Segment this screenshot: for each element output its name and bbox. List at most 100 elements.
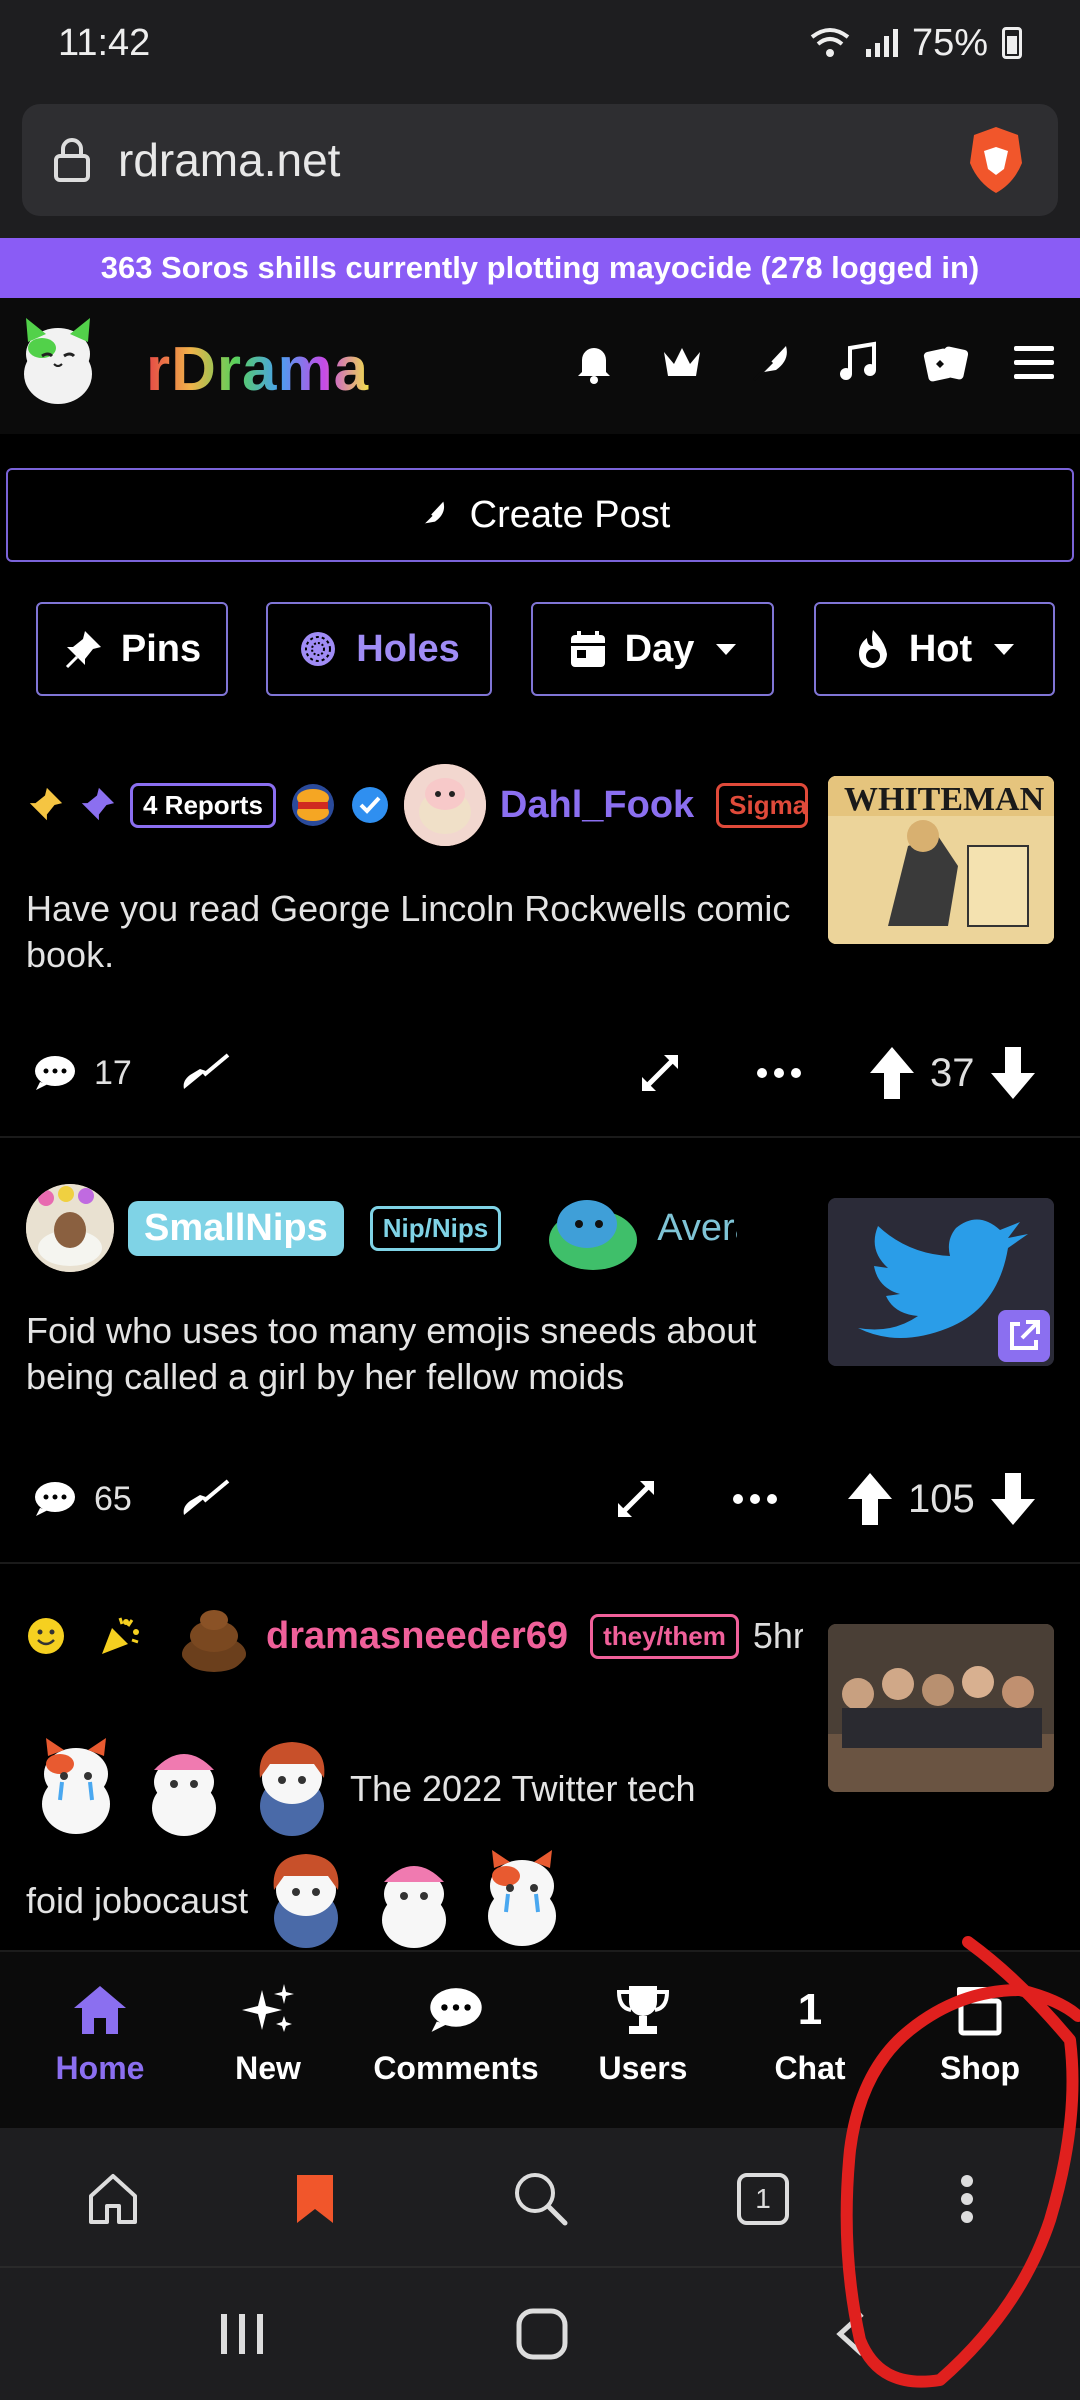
store-icon bbox=[957, 1987, 1003, 2036]
header-icon-bar bbox=[570, 338, 1058, 386]
nav-users[interactable]: Users bbox=[553, 1982, 733, 2087]
post-title-part-2: foid jobocaust bbox=[26, 1880, 249, 1921]
feather-icon[interactable] bbox=[746, 338, 794, 386]
back-chevron-icon bbox=[836, 2312, 864, 2356]
external-link-icon[interactable] bbox=[998, 1310, 1050, 1362]
trophy-icon bbox=[616, 1986, 670, 2034]
post-title-part-1: The 2022 Twitter tech bbox=[350, 1768, 696, 1809]
recents-button[interactable] bbox=[212, 2302, 272, 2366]
pins-toggle[interactable]: Pins bbox=[36, 602, 228, 696]
time-filter-dropdown[interactable]: Day bbox=[531, 602, 774, 696]
site-logo-text[interactable]: rDrama bbox=[146, 334, 369, 405]
address-bar[interactable]: rdrama.net bbox=[22, 104, 1058, 216]
poop-avatar-icon bbox=[176, 1598, 252, 1674]
more-options-button[interactable] bbox=[732, 1464, 778, 1534]
mop-button[interactable] bbox=[180, 1464, 230, 1534]
vote-controls: 105 bbox=[846, 1464, 1037, 1534]
score: 37 bbox=[930, 1050, 975, 1095]
browser-address-area: rdrama.net bbox=[0, 86, 1080, 238]
tabs-button[interactable]: 1 bbox=[728, 2164, 798, 2234]
downvote-icon[interactable] bbox=[989, 1471, 1037, 1527]
create-post-label: Create Post bbox=[469, 493, 671, 536]
hole-pin-icon[interactable] bbox=[78, 786, 116, 824]
verified-icon bbox=[351, 787, 388, 823]
smiley-icon bbox=[28, 1618, 64, 1654]
sort-dropdown[interactable]: Hot bbox=[814, 602, 1055, 696]
search-button[interactable] bbox=[506, 2164, 576, 2234]
green-cat-emoji-icon bbox=[549, 1200, 638, 1270]
crying-cat-emoji-icon bbox=[42, 1738, 110, 1834]
post-item[interactable]: 4 Reports Dahl_Fook Sigma Have you read … bbox=[0, 718, 1080, 1138]
site-bottom-nav: Home New Comments Users 1 Chat Shop bbox=[0, 1950, 1080, 2128]
post-meta: dramasneeder69 they/them 5hr bbox=[26, 1586, 803, 1686]
comment-icon bbox=[35, 1056, 75, 1090]
post-title[interactable]: Have you read George Lincoln Rockwells c… bbox=[26, 886, 816, 978]
post-title-line-1[interactable]: The 2022 Twitter tech bbox=[26, 1734, 696, 1844]
nav-shop[interactable]: Shop bbox=[890, 1982, 1070, 2087]
crown-icon[interactable] bbox=[658, 338, 706, 386]
expand-button[interactable] bbox=[638, 1038, 682, 1108]
upvote-icon[interactable] bbox=[846, 1471, 894, 1527]
more-options-button[interactable] bbox=[756, 1038, 802, 1108]
android-home-button[interactable] bbox=[512, 2302, 572, 2366]
comments-button[interactable]: 65 bbox=[34, 1464, 132, 1534]
burger-king-badge-icon bbox=[291, 784, 334, 826]
nav-new[interactable]: New bbox=[178, 1982, 358, 2087]
user-flair: they/them bbox=[590, 1613, 739, 1659]
browser-home-button[interactable] bbox=[78, 2164, 148, 2234]
mop-button[interactable] bbox=[180, 1038, 230, 1108]
post-thumbnail[interactable] bbox=[828, 1624, 1054, 1792]
holes-toggle[interactable]: Holes bbox=[266, 602, 492, 696]
nav-home-label: Home bbox=[55, 2050, 145, 2086]
avatar[interactable] bbox=[403, 764, 486, 846]
post-meta: 4 Reports Dahl_Fook Sigma bbox=[26, 760, 809, 850]
site-header: rDrama bbox=[0, 298, 1080, 434]
post-item[interactable]: SmallNips Nip/Nips Average s Foid who us… bbox=[0, 1140, 1080, 1564]
downvote-icon[interactable] bbox=[989, 1045, 1037, 1101]
nav-chat[interactable]: 1 Chat bbox=[720, 1982, 900, 2087]
menu-icon[interactable] bbox=[1010, 338, 1058, 386]
kebab-menu-icon bbox=[961, 2175, 973, 2223]
pink-hat-cat-emoji-icon bbox=[382, 1866, 447, 1948]
user-flair: Nip/Nips bbox=[369, 1205, 502, 1251]
bell-icon[interactable] bbox=[570, 338, 618, 386]
post-item[interactable]: dramasneeder69 they/them 5hr The 2022 Tw… bbox=[0, 1566, 1080, 1950]
pin-icon[interactable] bbox=[26, 786, 64, 824]
home-icon bbox=[74, 1986, 126, 2034]
post-thumbnail[interactable]: WHITEMAN bbox=[828, 776, 1054, 944]
post-title-line-2[interactable]: foid jobocaust bbox=[26, 1846, 572, 1950]
music-icon[interactable] bbox=[834, 338, 882, 386]
nav-comments[interactable]: Comments bbox=[366, 1982, 546, 2087]
expand-button[interactable] bbox=[614, 1464, 658, 1534]
android-nav-bar bbox=[0, 2266, 1080, 2400]
reports-badge[interactable]: 4 Reports bbox=[130, 782, 276, 828]
logo-cat-icon[interactable] bbox=[12, 314, 104, 410]
username[interactable]: SmallNips bbox=[128, 1200, 344, 1256]
username[interactable]: dramasneeder69 bbox=[266, 1615, 568, 1658]
signal-icon bbox=[865, 29, 898, 57]
flame-icon bbox=[858, 630, 887, 668]
nav-users-label: Users bbox=[598, 2050, 688, 2086]
avatar[interactable] bbox=[176, 1598, 252, 1674]
bookmarks-button[interactable] bbox=[280, 2164, 350, 2234]
upvote-icon[interactable] bbox=[868, 1045, 916, 1101]
post-title[interactable]: Foid who uses too many emojis sneeds abo… bbox=[26, 1308, 816, 1400]
comic-cover-image: WHITEMAN bbox=[828, 776, 1054, 944]
comments-button[interactable]: 17 bbox=[34, 1038, 132, 1108]
holes-icon bbox=[301, 632, 336, 666]
avatar[interactable] bbox=[26, 1184, 114, 1272]
pins-label: Pins bbox=[120, 627, 202, 670]
browser-toolbar: 1 bbox=[0, 2128, 1080, 2266]
nav-new-label: New bbox=[235, 2050, 301, 2086]
android-back-button[interactable] bbox=[820, 2302, 880, 2366]
post-thumbnail[interactable] bbox=[828, 1198, 1054, 1366]
browser-menu-button[interactable] bbox=[932, 2164, 1002, 2234]
cards-icon[interactable] bbox=[922, 338, 970, 386]
redhead-cat-emoji-icon bbox=[259, 1742, 325, 1836]
create-post-button[interactable]: Create Post bbox=[6, 468, 1074, 562]
brave-shield-icon[interactable] bbox=[964, 125, 1028, 195]
ellipsis-icon bbox=[733, 1494, 777, 1504]
nav-home[interactable]: Home bbox=[10, 1982, 190, 2087]
confetti-icon bbox=[102, 1617, 139, 1654]
username[interactable]: Dahl_Fook bbox=[500, 784, 694, 827]
